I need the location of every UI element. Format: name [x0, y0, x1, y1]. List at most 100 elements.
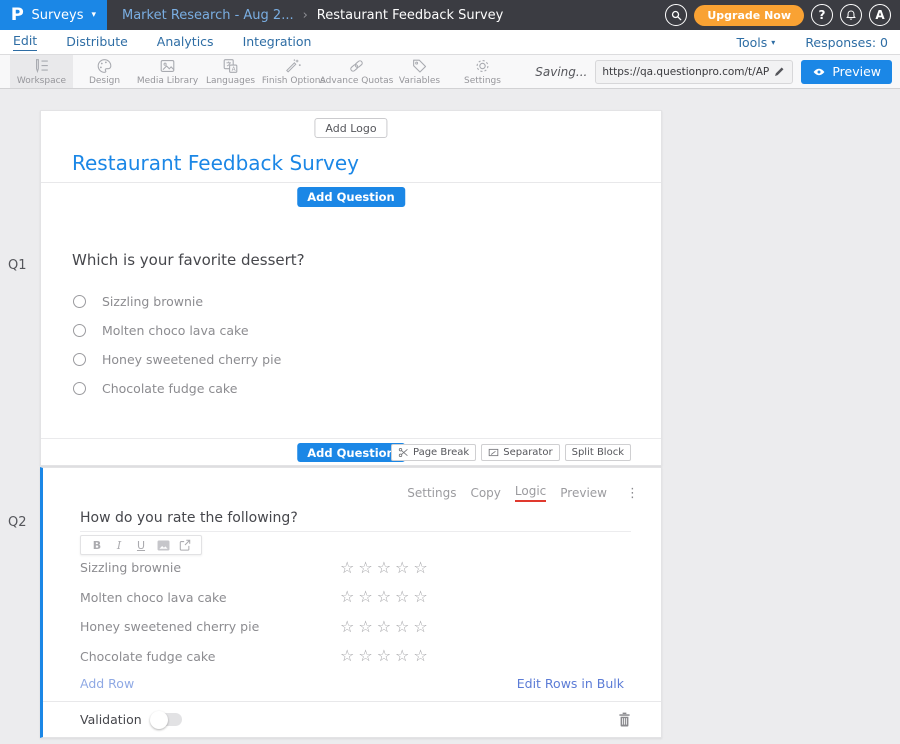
page-break-button[interactable]: Page Break [391, 444, 476, 461]
answer-option-row[interactable]: Sizzling brownie [73, 287, 281, 316]
star-rating[interactable]: ☆☆☆☆☆ [340, 589, 432, 605]
answer-option-label[interactable]: Sizzling brownie [102, 294, 203, 309]
tools-menu[interactable]: Tools ▾ [737, 35, 776, 50]
question-menu-copy[interactable]: Copy [470, 486, 500, 500]
question-footer: Validation [43, 701, 661, 737]
toolbar-item-label: Design [89, 76, 120, 86]
variables-icon [410, 57, 429, 75]
star-rating[interactable]: ☆☆☆☆☆ [340, 560, 432, 576]
add-logo-button[interactable]: Add Logo [314, 118, 387, 138]
toolbar-item-variables[interactable]: Variables [388, 55, 451, 88]
answer-option-label[interactable]: Molten choco lava cake [102, 323, 249, 338]
questionpro-logo-icon[interactable]: P [11, 5, 24, 25]
toolbar-item-finish-options[interactable]: Finish Options [262, 55, 325, 88]
radio-button-icon[interactable] [73, 382, 86, 395]
question-menu-logic[interactable]: Logic [515, 484, 546, 502]
surveys-menu[interactable]: P Surveys ▾ [0, 0, 107, 30]
add-row-link[interactable]: Add Row [80, 676, 134, 691]
image-icon [157, 540, 170, 551]
breadcrumb-chevron-icon: › [303, 8, 308, 23]
radio-button-icon[interactable] [73, 295, 86, 308]
add-question-button-bottom[interactable]: Add Question [297, 443, 405, 462]
bold-button[interactable]: B [86, 539, 108, 552]
toolbar-item-advance-quotas[interactable]: Advance Quotas [325, 55, 388, 88]
answer-option-row[interactable]: Chocolate fudge cake [73, 374, 281, 403]
insert-link-button[interactable] [174, 539, 196, 551]
radio-button-icon[interactable] [73, 324, 86, 337]
toolbar-item-languages[interactable]: A Languages [199, 55, 262, 88]
answer-option-label[interactable]: Honey sweetened cherry pie [102, 352, 281, 367]
external-link-icon [179, 539, 191, 551]
validation-toggle[interactable] [152, 713, 182, 726]
rating-row-label[interactable]: Honey sweetened cherry pie [80, 619, 259, 634]
text-format-toolbar: B I U [80, 535, 202, 555]
tab-distribute[interactable]: Distribute [66, 34, 128, 51]
toolbar-item-label: Media Library [137, 76, 198, 86]
star-rating[interactable]: ☆☆☆☆☆ [340, 619, 432, 635]
tab-integration[interactable]: Integration [243, 34, 312, 51]
search-icon [670, 9, 683, 22]
toolbar-item-design[interactable]: Design [73, 55, 136, 88]
media-library-icon [158, 57, 177, 75]
toolbar-item-media-library[interactable]: Media Library [136, 55, 199, 88]
notifications-button[interactable] [840, 4, 862, 26]
validation-label: Validation [80, 712, 142, 727]
preview-button[interactable]: Preview [801, 60, 892, 84]
chevron-down-icon: ▾ [771, 38, 775, 47]
breadcrumb-folder[interactable]: Market Research - Aug 2... [122, 8, 294, 23]
split-block-button[interactable]: Split Block [565, 444, 631, 461]
upgrade-now-button[interactable]: Upgrade Now [694, 5, 804, 26]
star-rating[interactable]: ☆☆☆☆☆ [340, 648, 432, 664]
settings-icon [473, 57, 492, 75]
question-menu-settings[interactable]: Settings [407, 486, 456, 500]
header-divider [41, 182, 661, 183]
finish-options-icon [284, 57, 303, 75]
tab-edit[interactable]: Edit [13, 33, 37, 51]
rating-row-label[interactable]: Sizzling brownie [80, 560, 181, 575]
answer-option-row[interactable]: Molten choco lava cake [73, 316, 281, 345]
underline-button[interactable]: U [130, 539, 152, 552]
toolbar-item-label: Advance Quotas [320, 76, 394, 86]
add-question-button-top[interactable]: Add Question [297, 187, 405, 207]
edit-rows-in-bulk-link[interactable]: Edit Rows in Bulk [517, 676, 624, 691]
rating-rows: Sizzling brownie ☆☆☆☆☆ Molten choco lava… [80, 553, 631, 671]
insert-image-button[interactable] [152, 540, 174, 551]
split-block-label: Split Block [572, 447, 624, 458]
delete-question-button[interactable] [618, 712, 631, 727]
search-button[interactable] [665, 4, 687, 26]
share-url-field[interactable] [595, 60, 793, 84]
edit-pencil-icon[interactable] [773, 65, 786, 78]
question-text-underline [80, 531, 631, 532]
separator-button[interactable]: Separator [481, 444, 559, 461]
responses-count[interactable]: Responses: 0 [805, 35, 888, 50]
help-button[interactable]: ? [811, 4, 833, 26]
answer-option-label[interactable]: Chocolate fudge cake [102, 381, 237, 396]
scissors-icon [398, 447, 409, 458]
surveys-dropdown-label[interactable]: Surveys [31, 8, 83, 23]
question-mark-icon: ? [819, 8, 826, 22]
answer-option-row[interactable]: Honey sweetened cherry pie [73, 345, 281, 374]
question-menu: Settings Copy Logic Preview ⋮ [407, 484, 639, 502]
survey-block-card: Add Logo Restaurant Feedback Survey Add … [40, 110, 662, 466]
question-1-text[interactable]: Which is your favorite dessert? [72, 251, 305, 269]
rating-row-label[interactable]: Chocolate fudge cake [80, 649, 215, 664]
question-2-side-label: Q2 [8, 515, 27, 530]
toggle-knob [150, 711, 168, 729]
toolbar-item-settings[interactable]: Settings [451, 55, 514, 88]
question-menu-preview[interactable]: Preview [560, 486, 607, 500]
design-icon [95, 57, 114, 75]
rating-row: Honey sweetened cherry pie ☆☆☆☆☆ [80, 612, 631, 642]
radio-button-icon[interactable] [73, 353, 86, 366]
question-2-text[interactable]: How do you rate the following? [80, 510, 298, 526]
toolbar-item-workspace[interactable]: Workspace [10, 55, 73, 88]
share-url-input[interactable] [602, 66, 769, 78]
block-footer: Add Question Page Break Separator [41, 438, 661, 465]
survey-title[interactable]: Restaurant Feedback Survey [72, 151, 359, 175]
rating-row: Sizzling brownie ☆☆☆☆☆ [80, 553, 631, 583]
italic-button[interactable]: I [108, 539, 130, 552]
account-avatar[interactable]: A [869, 4, 891, 26]
rating-row-label[interactable]: Molten choco lava cake [80, 590, 227, 605]
advance-quotas-icon [347, 57, 366, 75]
more-options-icon[interactable]: ⋮ [626, 486, 639, 501]
tab-analytics[interactable]: Analytics [157, 34, 214, 51]
